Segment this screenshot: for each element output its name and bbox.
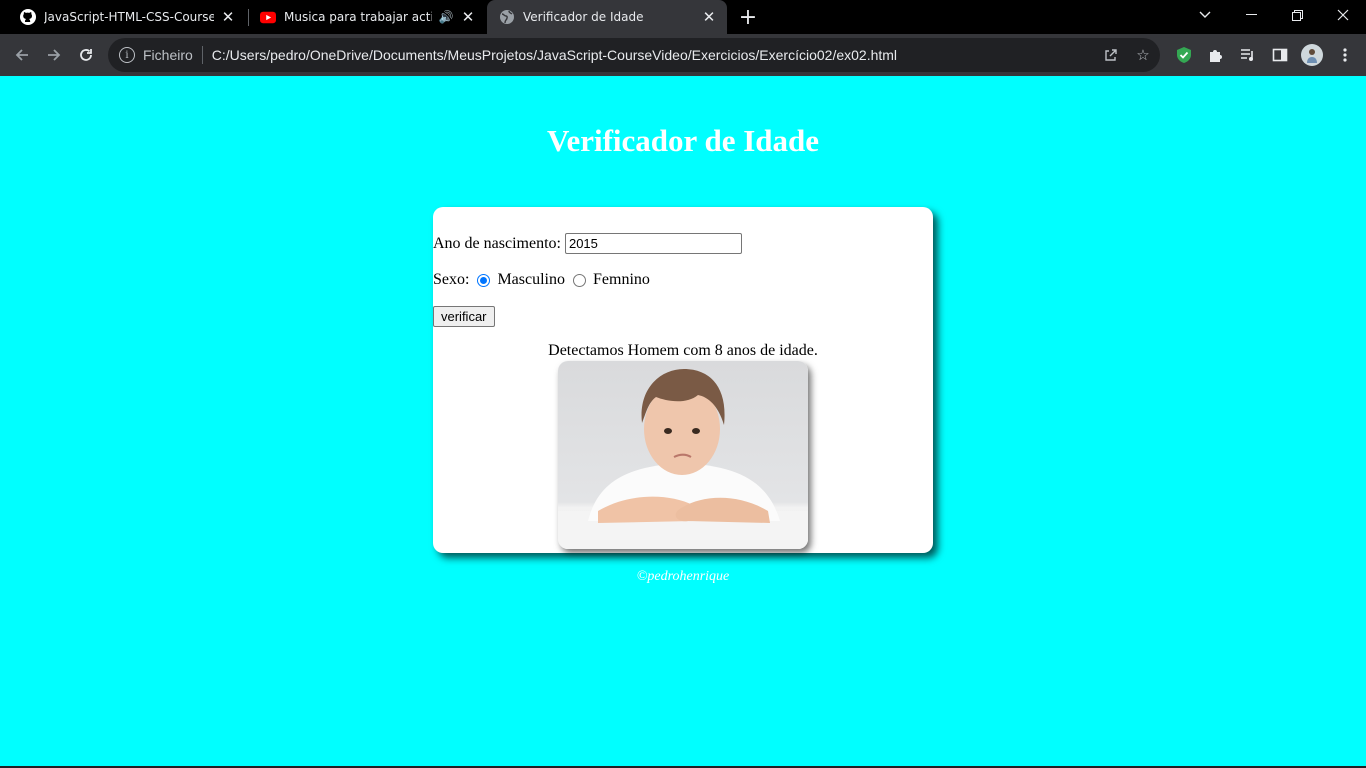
page-title: Verificador de Idade bbox=[546, 123, 820, 158]
close-window-icon[interactable] bbox=[1320, 0, 1366, 30]
tab-title: Verificador de Idade bbox=[523, 10, 644, 24]
tab-verificador[interactable]: Verificador de Idade ✕ bbox=[487, 0, 727, 34]
extensions-puzzle-icon[interactable] bbox=[1206, 45, 1226, 65]
tab-search-chevron-icon[interactable] bbox=[1182, 0, 1228, 30]
share-icon[interactable] bbox=[1101, 45, 1121, 65]
adblock-shield-icon[interactable] bbox=[1174, 45, 1194, 65]
profile-avatar[interactable] bbox=[1301, 44, 1323, 66]
speaker-icon[interactable]: 🔊 bbox=[438, 9, 454, 25]
birth-year-row: Ano de nascimento: bbox=[433, 233, 742, 254]
sex-row: Sexo: Masculino Femnino bbox=[433, 271, 650, 289]
address-bar[interactable]: i Ficheiro C:/Users/pedro/OneDrive/Docum… bbox=[108, 38, 1160, 72]
restore-icon[interactable] bbox=[1274, 0, 1320, 30]
menu-kebab-icon[interactable] bbox=[1335, 45, 1355, 65]
new-tab-plus-icon[interactable]: + bbox=[736, 5, 760, 30]
tab-title: JavaScript-HTML-CSS-CourseVid bbox=[44, 10, 214, 24]
address-divider bbox=[201, 46, 203, 64]
github-icon bbox=[20, 9, 36, 25]
forward-arrow-icon[interactable] bbox=[40, 41, 68, 69]
radio-masculino-label[interactable]: Masculino bbox=[497, 271, 565, 289]
close-tab-icon[interactable]: ✕ bbox=[701, 8, 717, 26]
tab-youtube[interactable]: Musica para trabajar activo y 🔊 ✕ bbox=[248, 0, 486, 34]
bookmark-star-icon[interactable]: ☆ bbox=[1133, 45, 1153, 65]
tab-title: Musica para trabajar activo y bbox=[284, 10, 432, 24]
side-panel-icon[interactable] bbox=[1270, 45, 1290, 65]
browser-toolbar: i Ficheiro C:/Users/pedro/OneDrive/Docum… bbox=[0, 34, 1366, 76]
media-playlist-icon[interactable] bbox=[1238, 45, 1258, 65]
close-tab-icon[interactable]: ✕ bbox=[220, 8, 236, 26]
radio-feminino[interactable] bbox=[573, 273, 586, 287]
address-scheme: Ficheiro bbox=[143, 47, 193, 63]
address-url[interactable]: C:/Users/pedro/OneDrive/Documents/MeusPr… bbox=[212, 47, 897, 63]
verify-button[interactable]: verificar bbox=[433, 306, 495, 327]
tab-strip: JavaScript-HTML-CSS-CourseVid ✕ Musica p… bbox=[0, 0, 1366, 34]
sex-label: Sexo: bbox=[433, 271, 470, 288]
globe-icon bbox=[499, 9, 515, 25]
birth-year-label: Ano de nascimento: bbox=[433, 234, 561, 252]
form-card: Ano de nascimento: Sexo: Masculino Femni… bbox=[433, 207, 933, 553]
birth-year-input[interactable] bbox=[564, 233, 742, 254]
minimize-icon[interactable] bbox=[1228, 0, 1274, 30]
back-arrow-icon[interactable] bbox=[8, 41, 36, 69]
result-text: Detectamos Homem com 8 anos de idade. bbox=[548, 342, 818, 359]
radio-masculino[interactable] bbox=[477, 273, 491, 287]
footer-credit: ©pedrohenrique bbox=[636, 569, 730, 584]
result-photo-boy bbox=[558, 361, 808, 549]
tab-github[interactable]: JavaScript-HTML-CSS-CourseVid ✕ bbox=[8, 0, 246, 34]
radio-feminino-label[interactable]: Femnino bbox=[593, 271, 650, 289]
page-viewport: Verificador de Idade Ano de nascimento: … bbox=[0, 76, 1366, 766]
info-icon[interactable]: i bbox=[119, 47, 135, 63]
close-tab-icon[interactable]: ✕ bbox=[460, 8, 476, 26]
reload-icon[interactable] bbox=[72, 41, 100, 69]
youtube-icon bbox=[260, 9, 276, 25]
